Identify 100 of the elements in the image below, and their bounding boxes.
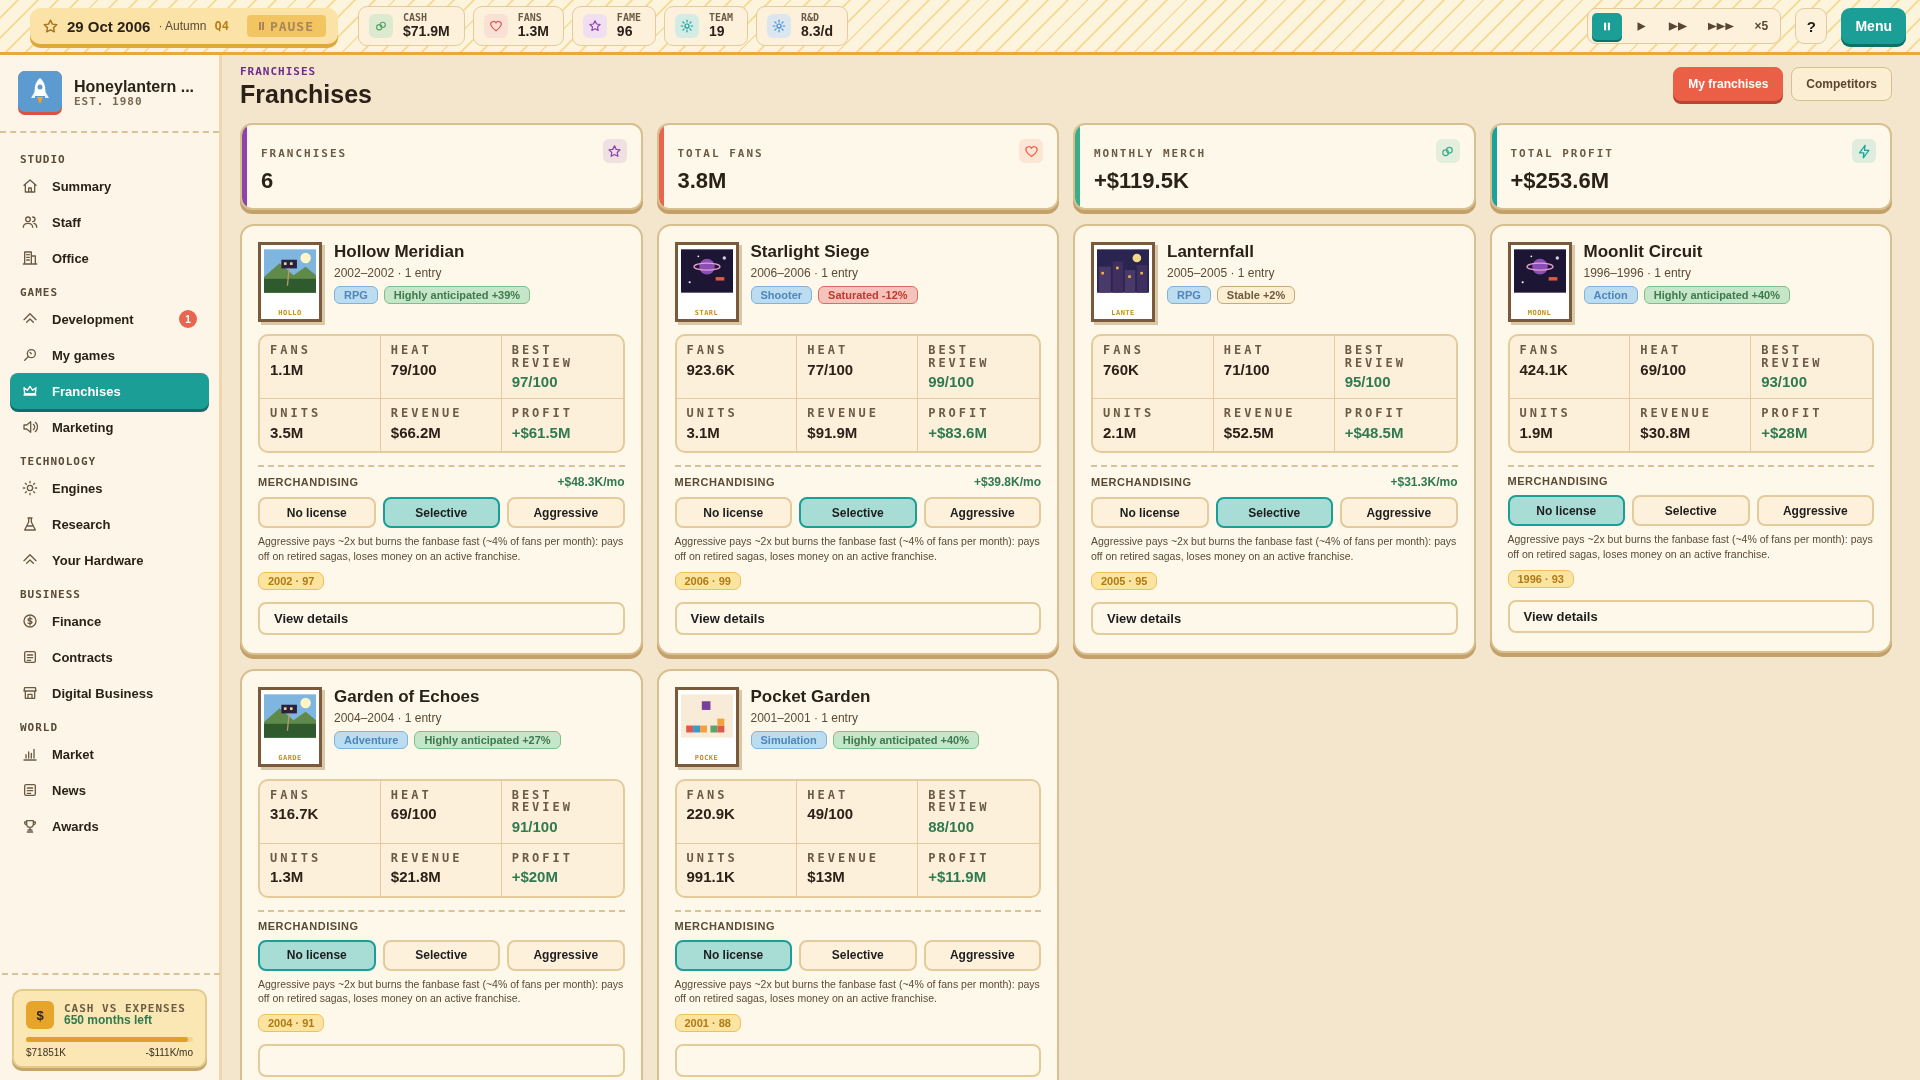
sidebar-item[interactable]: Staff (10, 204, 209, 240)
sidebar-item[interactable]: Development 1 (10, 301, 209, 337)
sidebar-label: Engines (52, 480, 104, 496)
note-text: Aggressive pays ~2x but burns the fanbase fast (~4% of fans per month): pays off on retired sagas, loses money on an active franchise. (1091, 534, 1458, 564)
option-button[interactable]: No license (258, 939, 376, 971)
stat-label: REVENUE (390, 407, 463, 420)
view-details-button[interactable]: View details (1091, 601, 1458, 635)
option-button[interactable]: Selective (1215, 497, 1333, 529)
help-button[interactable]: ? (1795, 8, 1828, 44)
option-button[interactable]: Selective (799, 497, 917, 529)
sidebar-label: My games (52, 347, 116, 363)
sidebar-label: Awards (52, 818, 100, 834)
stat-value: 991.1K (686, 868, 735, 886)
stat-label: HEAT (1640, 344, 1682, 357)
year-score-tag: 2004 · 91 (258, 1014, 325, 1033)
stat-value: 316.7K (270, 805, 319, 823)
stat-label: R&D (801, 13, 821, 24)
sidebar-item[interactable]: Market (10, 736, 209, 772)
option-button[interactable]: Aggressive (923, 497, 1041, 529)
sidebar-item[interactable]: Marketing (10, 409, 209, 445)
sidebar-item[interactable]: Finance (10, 603, 209, 639)
stat-value: 95/100 (1344, 373, 1391, 391)
option-button[interactable]: Aggressive (507, 939, 625, 971)
stat-label: FAME (616, 13, 641, 24)
sidebar-item[interactable]: Summary (10, 168, 209, 204)
years-text: 2006–2006 · 1 entry (750, 266, 859, 280)
store-icon (22, 685, 38, 701)
genre-tag: Shooter (750, 286, 813, 304)
stat-label: BEST REVIEW (511, 344, 574, 370)
option-button[interactable]: Aggressive (923, 939, 1041, 971)
sidebar-item[interactable]: Awards (10, 808, 209, 844)
option-button[interactable]: Selective (1632, 495, 1750, 527)
view-details-button[interactable]: View details (258, 601, 625, 635)
stat-value: 49/100 (807, 805, 854, 823)
stat-value: 96 (616, 23, 634, 39)
stat-value: 8.3/d (801, 23, 833, 39)
sidebar-item[interactable]: My games (10, 337, 209, 373)
sidebar-item[interactable]: Your Hardware (10, 542, 209, 578)
option-button[interactable]: No license (258, 497, 376, 529)
stat-value: 424.1K (1519, 360, 1568, 378)
date-text: 29 Oct 2006 (67, 17, 151, 35)
year-score-tag: 2006 · 99 (674, 571, 741, 590)
sidebar-item[interactable]: Engines (10, 470, 209, 506)
stat-label: UNITS (1103, 407, 1155, 420)
bar-chart-icon (22, 746, 38, 762)
option-button[interactable]: Aggressive (1756, 495, 1874, 527)
section-label: MERCHANDISING (1091, 476, 1192, 489)
option-button[interactable]: Aggressive (1340, 497, 1458, 529)
stat-label: UNITS (1519, 407, 1571, 420)
stat-label: UNITS (270, 851, 322, 865)
sidebar-item[interactable]: Digital Business (10, 675, 209, 711)
sidebar-label: Contracts (52, 649, 114, 665)
option-button[interactable]: Selective (382, 497, 500, 529)
people-icon (22, 214, 38, 230)
option-button[interactable]: No license (1507, 495, 1625, 527)
stat-value: +$20M (511, 868, 558, 886)
stat-label: PROFIT (511, 851, 573, 865)
year-score-tag: 2005 · 95 (1091, 571, 1158, 590)
stat-value: 69/100 (1640, 360, 1687, 378)
stat-label: UNITS (686, 407, 738, 420)
sidebar-label: Franchises (52, 383, 122, 399)
stat-value: $30.8M (1640, 423, 1691, 441)
section-heading: STUDIO (20, 153, 67, 166)
status-tag: Highly anticipated +40% (1643, 286, 1790, 304)
option-button[interactable]: No license (674, 939, 792, 971)
option-button[interactable]: No license (1091, 497, 1209, 529)
rocket-logo-icon (18, 71, 62, 115)
stat-value: 88/100 (928, 817, 975, 835)
stat-value: $21.8M (390, 868, 441, 886)
pause-icon (258, 22, 264, 30)
sidebar-item[interactable]: Research (10, 506, 209, 542)
stat-label: REVENUE (390, 851, 463, 865)
sidebar-item[interactable]: Contracts (10, 639, 209, 675)
stat-value: $91.9M (807, 423, 858, 441)
sidebar-label: Development (52, 311, 135, 327)
tab[interactable]: Competitors (1791, 67, 1892, 101)
summary-value: +$253.6M (1510, 168, 1609, 194)
view-details-button[interactable]: View details (1507, 599, 1874, 633)
stat-label: REVENUE (807, 851, 879, 865)
option-button[interactable]: Selective (382, 939, 500, 971)
franchise-name: Pocket Garden (750, 686, 872, 707)
sidebar-item[interactable]: News (10, 772, 209, 808)
bolt-icon (1856, 143, 1872, 159)
stat-label: PROFIT (928, 851, 990, 865)
sidebar-item[interactable]: Office (10, 240, 209, 276)
option-button[interactable]: No license (674, 497, 792, 529)
summary-label: MONTHLY MERCH (1094, 147, 1207, 160)
card-title: CASH VS EXPENSES (64, 1002, 186, 1015)
option-button[interactable]: Selective (799, 939, 917, 971)
crown-icon (22, 383, 38, 399)
genre-tag: Simulation (750, 730, 827, 749)
option-button[interactable]: Aggressive (507, 497, 625, 529)
income-text: +$31.3K/mo (1390, 475, 1458, 490)
stat-label: FANS (517, 13, 543, 24)
stat-label: FANS (686, 788, 728, 802)
speed-button[interactable]: ×5 (1746, 12, 1777, 40)
stat-label: BEST REVIEW (928, 788, 991, 814)
view-details-button[interactable]: View details (674, 601, 1041, 635)
year-score-tag: 1996 · 93 (1507, 569, 1574, 588)
sidebar-label: Digital Business (52, 685, 155, 701)
